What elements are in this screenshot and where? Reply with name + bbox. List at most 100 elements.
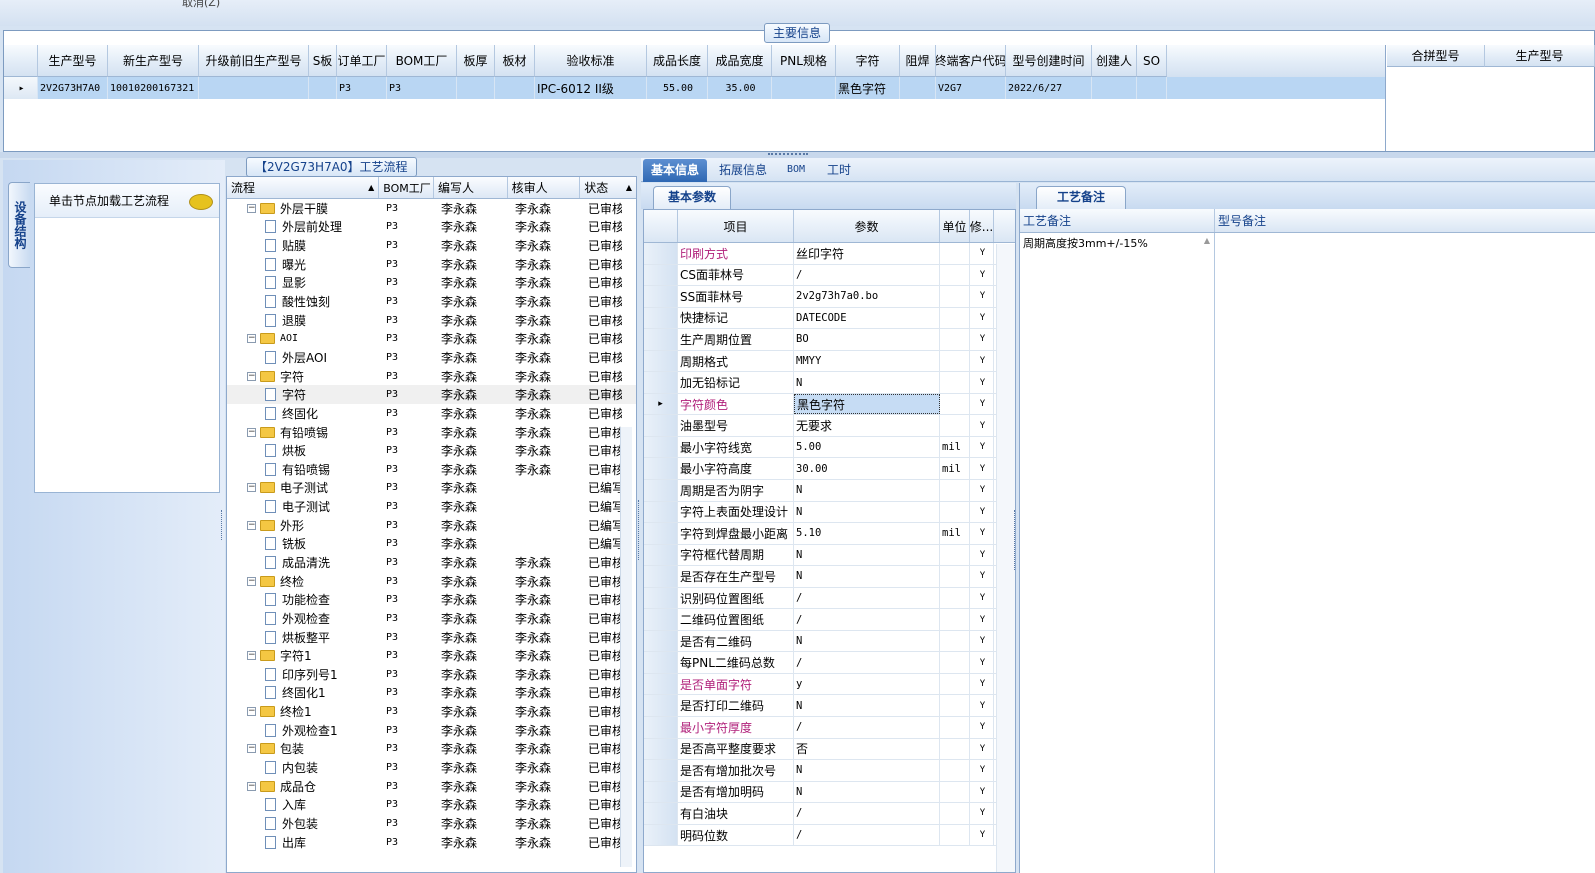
tree-node[interactable]: 有铅喷锡 (227, 460, 380, 479)
main-grid-col-header[interactable]: 板材 (495, 45, 535, 77)
param-row[interactable]: 是否高平整度要求否 Y (644, 738, 1015, 761)
param-value[interactable]: / (794, 587, 940, 609)
tree-row[interactable]: − AOI P3 李永森 李永森 已审核 (227, 329, 636, 348)
remarks-col-process[interactable]: 工艺备注 (1020, 209, 1215, 232)
collapse-icon[interactable]: − (247, 427, 256, 437)
collapse-icon[interactable]: − (247, 334, 256, 344)
param-value[interactable]: BO (794, 329, 940, 350)
main-grid-cell[interactable]: 2022/6/27 (1006, 77, 1092, 99)
tree-row[interactable]: 外层前处理 P3 李永森 李永森 已审核 (227, 218, 636, 237)
param-value[interactable]: N (794, 781, 940, 803)
param-value[interactable]: DATECODE (794, 307, 940, 329)
equipment-structure-tab[interactable]: 设备结构 (8, 182, 30, 268)
tree-node[interactable]: 成品清洗 (227, 553, 380, 572)
param-row[interactable]: ▸ 字符颜色 黑色字符 Y (644, 393, 1015, 416)
merge-col-header[interactable]: 生产型号 (1485, 45, 1595, 67)
param-value[interactable]: N (794, 630, 940, 652)
params-scrollbar[interactable] (996, 244, 1015, 872)
main-grid-cell[interactable]: 35.00 (708, 77, 772, 99)
tree-row[interactable]: 电子测试 P3 李永森 已编写 (227, 497, 636, 516)
tree-row[interactable]: 外层AOI P3 李永森 李永森 已审核 (227, 348, 636, 367)
param-value[interactable]: 30.00 (794, 458, 940, 480)
main-grid-cell[interactable] (457, 77, 495, 99)
tab-bom[interactable]: BOM (779, 159, 813, 182)
process-note-cell[interactable]: 周期高度按3mm+/-15% ▲ (1020, 233, 1215, 873)
tree-node[interactable]: 外包装 (227, 814, 380, 833)
tree-node[interactable]: 电子测试 (227, 497, 380, 516)
param-row[interactable]: 明码位数 / Y (644, 824, 1015, 847)
tree-row[interactable]: − 成品仓 P3 李永森 李永森 已审核 (227, 777, 636, 796)
collapse-icon[interactable]: − (247, 203, 256, 213)
tree-node[interactable]: − 包装 (227, 740, 380, 759)
tree-row[interactable]: − 外层干膜 P3 李永森 李永森 已审核 (227, 199, 636, 218)
tree-row[interactable]: − 终检1 P3 李永森 李永森 已审核 (227, 702, 636, 721)
model-note-cell[interactable] (1215, 233, 1595, 873)
param-row[interactable]: 最小字符厚度 / Y (644, 717, 1015, 739)
param-row[interactable]: 加无铅标记 N Y (644, 372, 1015, 394)
param-row[interactable]: 最小字符高度 30.00 mil Y (644, 458, 1015, 481)
collapse-icon[interactable]: − (247, 651, 256, 661)
param-row[interactable]: 印刷方式 丝印字符 Y (644, 243, 1015, 265)
param-value[interactable]: 否 (794, 738, 940, 760)
tree-node[interactable]: 出库 (227, 833, 380, 852)
tree-row[interactable]: − 电子测试 P3 李永森 已编写 (227, 479, 636, 498)
tree-col-bom[interactable]: BOM工厂 (379, 177, 434, 198)
param-value[interactable]: N (794, 480, 940, 501)
main-grid-cell[interactable]: 55.00 (647, 77, 708, 99)
main-grid-col-header[interactable]: 升级前旧生产型号 (199, 45, 309, 77)
tree-row[interactable]: 烘板整平 P3 李永森 李永森 已审核 (227, 628, 636, 647)
param-row[interactable]: 有白油块 / Y (644, 803, 1015, 825)
main-grid-col-header[interactable]: 成品长度 (647, 45, 708, 77)
tree-node[interactable]: − 字符1 (227, 646, 380, 665)
tree-node[interactable]: 入库 (227, 796, 380, 815)
param-value[interactable]: / (794, 803, 940, 824)
param-value[interactable]: 丝印字符 (794, 243, 940, 264)
tree-row[interactable]: − 字符1 P3 李永森 李永森 已审核 (227, 646, 636, 665)
param-row[interactable]: 二维码位置图纸 / Y (644, 609, 1015, 631)
param-value[interactable]: / (794, 824, 940, 846)
tree-node[interactable]: − 外形 (227, 516, 380, 535)
collapse-icon[interactable]: − (247, 707, 256, 717)
main-grid-col-header[interactable]: 生产型号 (38, 45, 108, 77)
main-grid-col-header[interactable]: 终端客户代码 (936, 45, 1006, 77)
tree-node[interactable]: 贴膜 (227, 236, 380, 255)
param-row[interactable]: 字符到焊盘最小距离 5.10 mil Y (644, 523, 1015, 545)
tree-node[interactable]: 内包装 (227, 758, 380, 777)
tree-row[interactable]: 显影 P3 李永森 李永森 已审核 (227, 274, 636, 293)
tree-node[interactable]: − 外层干膜 (227, 199, 380, 218)
tree-row[interactable]: 终固化 P3 李永森 李永森 已审核 (227, 404, 636, 423)
main-grid-cell[interactable] (772, 77, 836, 99)
cancel-label[interactable]: 取消(Z) (182, 0, 220, 10)
param-value[interactable]: 5.00 (794, 436, 940, 458)
tree-row[interactable]: 外观检查1 P3 李永森 李永森 已审核 (227, 721, 636, 740)
param-row[interactable]: 是否单面字符 y Y (644, 673, 1015, 696)
tree-node[interactable]: 烘板整平 (227, 628, 380, 647)
param-value[interactable]: 2v2g73h7a0.bo (794, 286, 940, 307)
collapse-icon[interactable]: − (247, 576, 256, 586)
tree-node[interactable]: 印序列号1 (227, 665, 380, 684)
param-value[interactable]: / (794, 652, 940, 673)
main-grid-cell[interactable] (900, 77, 936, 99)
param-row[interactable]: 字符上表面处理设计 N Y (644, 501, 1015, 524)
main-grid-col-header[interactable]: 字符 (836, 45, 900, 77)
collapse-icon[interactable]: − (247, 781, 256, 791)
main-grid-col-header[interactable]: S板 (309, 45, 337, 77)
tree-node[interactable]: − 字符 (227, 367, 380, 386)
param-row[interactable]: 是否有二维码 N Y (644, 630, 1015, 653)
tree-node[interactable]: 外层前处理 (227, 218, 380, 237)
tree-row[interactable]: 曝光 P3 李永森 李永森 已审核 (227, 255, 636, 274)
main-grid-cell[interactable]: V2G7 (936, 77, 1006, 99)
tree-row[interactable]: 内包装 P3 李永森 李永森 已审核 (227, 758, 636, 777)
tree-scrollbar[interactable] (620, 427, 632, 867)
left-splitter-grip-icon[interactable] (221, 510, 225, 540)
param-row[interactable]: 是否存在生产型号 N Y (644, 566, 1015, 588)
tree-row[interactable]: 外观检查 P3 李永森 李永森 已审核 (227, 609, 636, 628)
param-value[interactable]: / (794, 717, 940, 738)
tree-col-status[interactable]: 状态 ▲ (580, 177, 636, 198)
param-value[interactable]: 黑色字符 (794, 393, 940, 415)
main-grid-col-header[interactable]: 订单工厂 (337, 45, 387, 77)
tree-row[interactable]: − 终检 P3 李永森 李永森 已审核 (227, 572, 636, 591)
param-value[interactable]: MMYY (794, 350, 940, 372)
param-value[interactable]: N (794, 566, 940, 587)
process-remarks-tab[interactable]: 工艺备注 (1036, 186, 1127, 209)
